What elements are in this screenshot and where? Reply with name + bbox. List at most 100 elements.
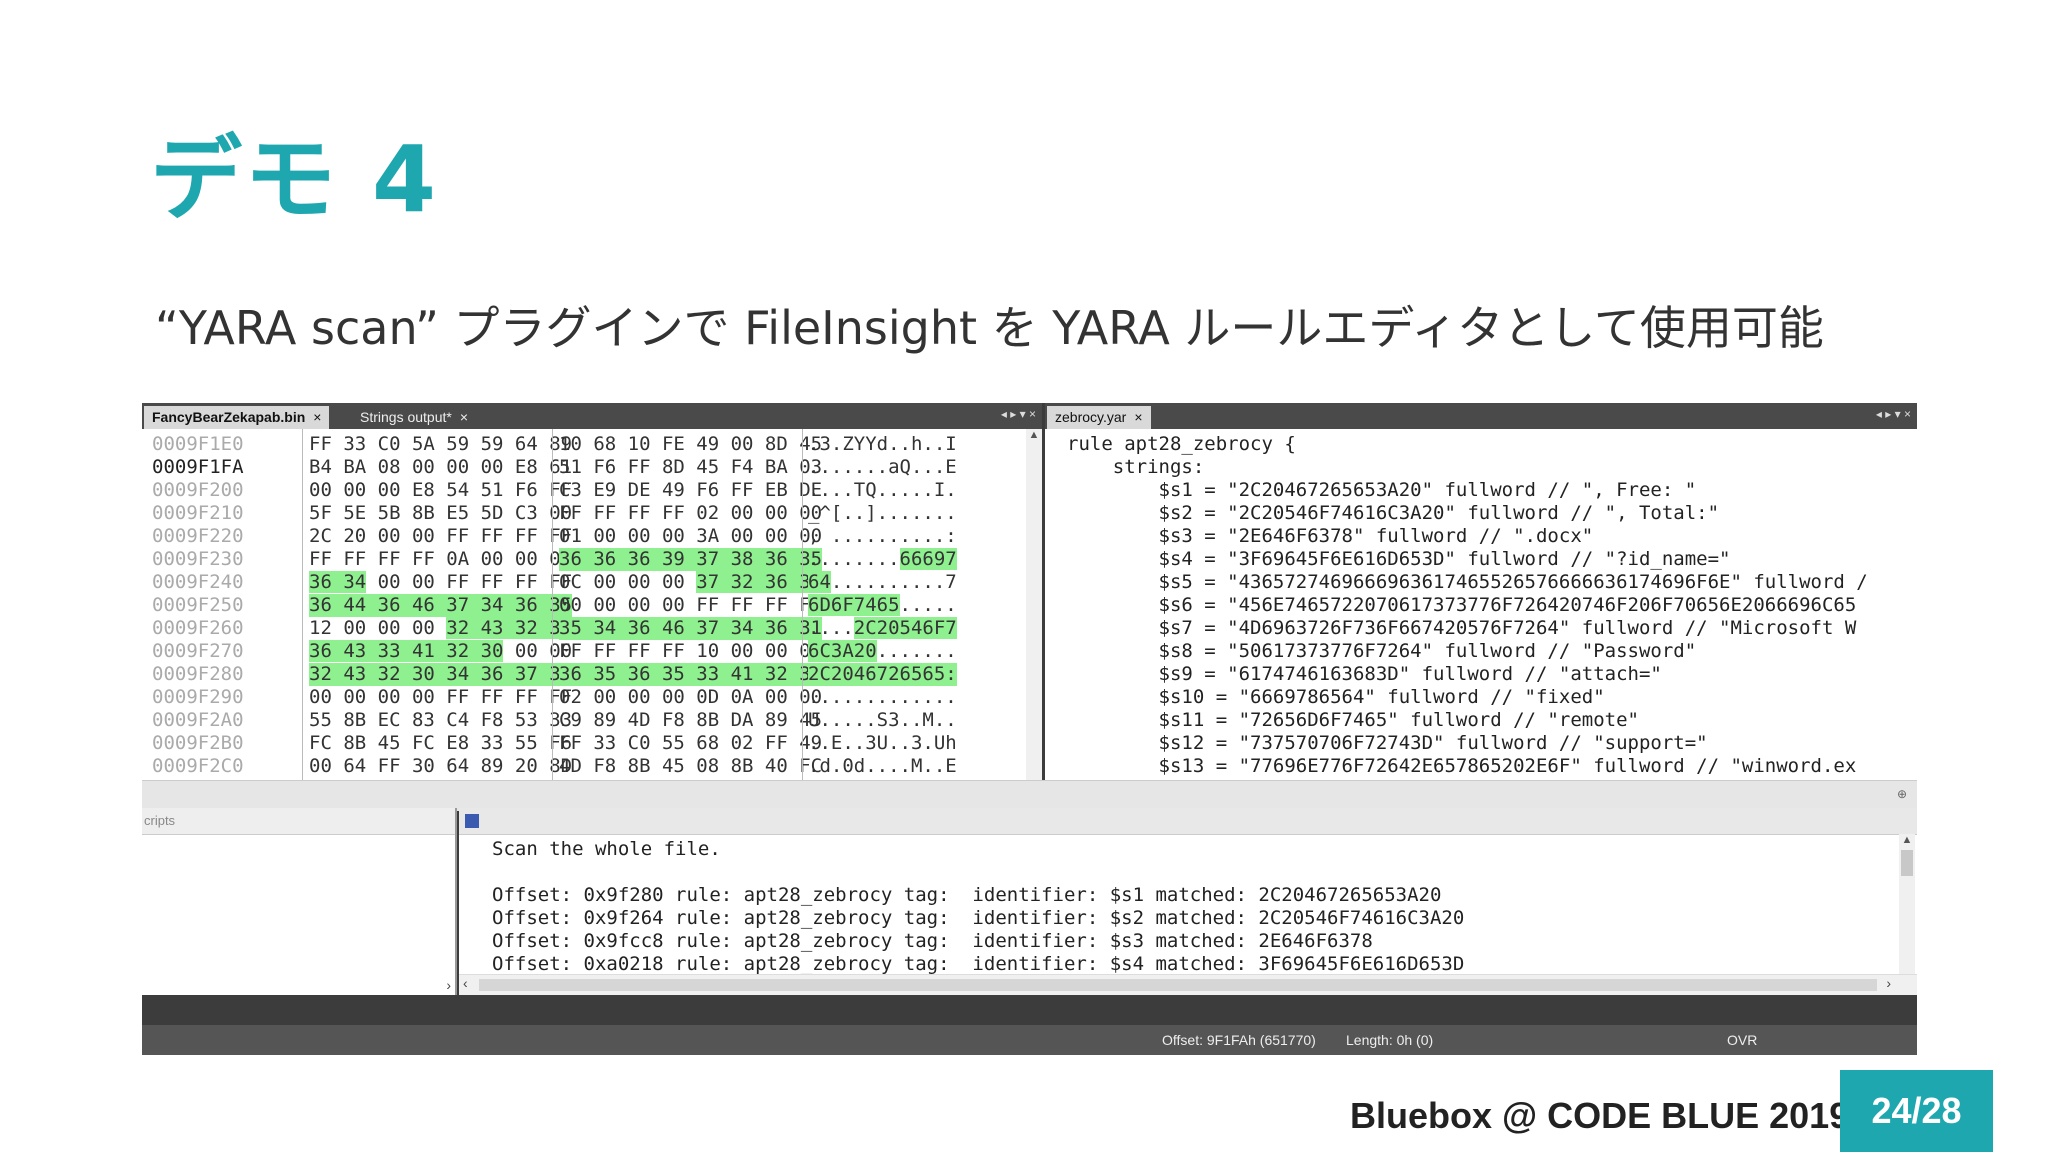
hex-offset: 0009F1E0: [152, 433, 244, 455]
hex-ascii: 6D6F7465.....: [808, 594, 957, 616]
close-icon[interactable]: ×: [1134, 409, 1142, 425]
hex-row[interactable]: 0009F250 36 44 36 46 37 34 36 35 00 00 00 …: [142, 594, 1022, 617]
hex-offset: 0009F220: [152, 525, 244, 547]
hex-row[interactable]: 0009F220 2C 20 00 00 FF FF FF FF 01 00 00 …: [142, 525, 1022, 548]
footer-credit: Bluebox @ CODE BLUE 2019: [1350, 1095, 1850, 1136]
hex-ascii: ....TQ.....I.: [808, 479, 957, 501]
hex-bytes-1: FC 8B 45 FC E8 33 55 F6: [309, 732, 573, 754]
yara-line[interactable]: $s1 = "2C20467265653A20" fullword // ", …: [1067, 479, 1697, 501]
hex-row[interactable]: 0009F200 00 00 00 E8 54 51 F6 FF C3 E9 DE …: [142, 479, 1022, 502]
scan-result-line: Offset: 0x9fcc8 rule: apt28_zebrocy tag:…: [492, 930, 1373, 952]
hex-row[interactable]: 0009F2B0 FC 8B 45 FC E8 33 55 F6 FF 33 C0 …: [142, 732, 1022, 755]
yara-line[interactable]: strings:: [1067, 456, 1205, 478]
hex-row[interactable]: 0009F1FA B4 BA 08 00 00 00 E8 61 51 F6 FF …: [142, 456, 1022, 479]
hex-row[interactable]: 0009F260 12 00 00 00 32 43 32 30 35 34 36 …: [142, 617, 1022, 640]
hex-bytes-1: FF FF FF FF 0A 00 00 00: [309, 548, 573, 570]
hex-ascii: ....2C20546F7: [808, 617, 957, 639]
hex-ascii: .......aQ...E: [808, 456, 957, 478]
yara-tab-bar: zebrocy.yar × ◂ ▸ ▾ ×: [1045, 403, 1917, 429]
hex-bytes-2: FF FF FF FF 10 00 00 00: [559, 640, 823, 662]
hex-offset: 0009F240: [152, 571, 244, 593]
status-offset: Offset: 9F1FAh (651770): [1162, 1032, 1316, 1048]
status-length: Length: 0h (0): [1346, 1032, 1434, 1048]
fileinsight-window: FancyBearZekapab.bin × Strings output* × ◂…: [142, 403, 1917, 1055]
scripts-panel: cripts ›: [142, 808, 457, 995]
yara-line[interactable]: rule apt28_zebrocy {: [1067, 433, 1296, 455]
hex-ascii: , ..........:: [808, 525, 957, 547]
yara-editor-pane[interactable]: zebrocy.yar × ◂ ▸ ▾ × rule apt28_zebrocy …: [1045, 403, 1917, 780]
splitter-bar[interactable]: ⊕: [142, 780, 1917, 811]
hex-row[interactable]: 0009F240 36 34 00 00 FF FF FF FF 0C 00 00 …: [142, 571, 1022, 594]
hex-row[interactable]: 0009F230 FF FF FF FF 0A 00 00 00 36 36 36 …: [142, 548, 1022, 571]
output-panel: Scan the whole file. Offset: 0x9f280 rul…: [459, 808, 1917, 995]
tab-zebrocy-yar[interactable]: zebrocy.yar ×: [1047, 406, 1151, 429]
slide-subtitle: “YARA scan” プラグインで FileInsight を YARA ルー…: [155, 301, 1824, 355]
tab-controls-icon[interactable]: ◂ ▸ ▾ ×: [1876, 407, 1911, 421]
scan-result-line: Offset: 0x9f264 rule: apt28_zebrocy tag:…: [492, 907, 1465, 929]
tab-label: FancyBearZekapab.bin: [152, 409, 306, 425]
horizontal-scrollbar[interactable]: ‹ ›: [459, 974, 1917, 995]
yara-line[interactable]: $s5 = "436572746966696361746552657666663…: [1067, 571, 1868, 593]
status-mode: OVR: [1727, 1032, 1758, 1048]
hex-scrollbar[interactable]: ▲: [1026, 429, 1042, 780]
yara-line[interactable]: $s3 = "2E646F6378" fullword // ".docx": [1067, 525, 1594, 547]
hex-row[interactable]: 0009F290 00 00 00 00 FF FF FF FF 02 00 00 …: [142, 686, 1022, 709]
hex-bytes-2: 35 34 36 46 37 34 36 31: [559, 617, 823, 640]
scripts-panel-header: cripts: [142, 808, 455, 835]
divider: [302, 429, 303, 780]
yara-line[interactable]: $s2 = "2C20546F74616C3A20" fullword // "…: [1067, 502, 1720, 524]
hex-row[interactable]: 0009F270 36 43 33 41 32 30 00 00 FF FF FF …: [142, 640, 1022, 663]
hex-bytes-1: 36 44 36 46 37 34 36 35: [309, 594, 573, 617]
hex-row[interactable]: 0009F2A0 55 8B EC 83 C4 F8 53 33 C9 89 4D …: [142, 709, 1022, 732]
hex-bytes-2: C9 89 4D F8 8B DA 89 45: [559, 709, 823, 731]
close-icon[interactable]: ×: [460, 409, 468, 425]
pin-icon[interactable]: ⊕: [1897, 787, 1907, 801]
hex-offset: 0009F200: [152, 479, 244, 501]
hex-bytes-2: 01 00 00 00 3A 00 00 00: [559, 525, 823, 547]
hex-row[interactable]: 0009F210 5F 5E 5B 8B E5 5D C3 00 FF FF FF …: [142, 502, 1022, 525]
hex-bytes-1: 36 43 33 41 32 30 00 00: [309, 640, 573, 662]
hex-row[interactable]: 0009F2C0 00 64 FF 30 64 89 20 8D 4D F8 8B …: [142, 755, 1022, 778]
yara-line[interactable]: $s7 = "4D6963726F736F667420576F7264" ful…: [1067, 617, 1857, 639]
divider: [802, 429, 803, 780]
yara-line[interactable]: $s10 = "6669786564" fullword // "fixed": [1067, 686, 1605, 708]
hex-offset: 0009F2C0: [152, 755, 244, 777]
hex-bytes-1: 55 8B EC 83 C4 F8 53 33: [309, 709, 573, 731]
yara-line[interactable]: $s8 = "50617373776F7264" fullword // "Pa…: [1067, 640, 1697, 662]
scroll-left-icon[interactable]: ‹: [463, 975, 468, 991]
close-icon[interactable]: ×: [313, 409, 321, 425]
tab-strings-output[interactable]: Strings output* ×: [352, 406, 476, 429]
yara-line[interactable]: $s6 = "456E7465722070617373776F726420746…: [1067, 594, 1857, 616]
hex-ascii: 2C2046726565:: [808, 663, 957, 686]
scroll-up-icon[interactable]: ▲: [1899, 834, 1915, 846]
hex-row[interactable]: 0009F280 32 43 32 30 34 36 37 32 36 35 36 …: [142, 663, 1022, 686]
yara-line[interactable]: $s11 = "72656D6F7465" fullword // "remot…: [1067, 709, 1639, 731]
tab-controls-icon[interactable]: ◂ ▸ ▾ ×: [1001, 407, 1036, 421]
hex-bytes-1: B4 BA 08 00 00 00 E8 61: [309, 456, 573, 478]
yara-line[interactable]: $s12 = "737570706F72743D" fullword // "s…: [1067, 732, 1708, 754]
slide-title: デモ 4: [150, 126, 439, 233]
yara-line[interactable]: $s9 = "6174746163683D" fullword // "atta…: [1067, 663, 1662, 685]
hex-row[interactable]: 0009F1E0 FF 33 C0 5A 59 59 64 89 10 68 10 …: [142, 433, 1022, 456]
hex-bytes-2: FF FF FF FF 02 00 00 00: [559, 502, 823, 524]
hex-editor-pane[interactable]: FancyBearZekapab.bin × Strings output* × ◂…: [142, 403, 1042, 780]
hex-bytes-2: 36 36 36 39 37 38 36 35: [559, 548, 823, 571]
scroll-right-icon[interactable]: ›: [1886, 975, 1891, 991]
scroll-right-icon[interactable]: ›: [446, 977, 451, 993]
scroll-up-icon[interactable]: ▲: [1026, 429, 1042, 441]
hex-bytes-2: 36 35 36 35 33 41 32 30: [559, 663, 823, 686]
hex-tab-bar: FancyBearZekapab.bin × Strings output* × ◂…: [142, 403, 1042, 429]
scan-result-line: Offset: 0x9f280 rule: apt28_zebrocy tag:…: [492, 884, 1442, 906]
output-scrollbar[interactable]: ▲: [1899, 834, 1915, 974]
save-icon[interactable]: [465, 814, 479, 828]
yara-line[interactable]: $s4 = "3F69645F6E616D653D" fullword // "…: [1067, 548, 1731, 570]
divider: [552, 429, 553, 780]
scroll-thumb[interactable]: [1901, 850, 1913, 876]
hex-ascii: ........66697: [808, 548, 957, 570]
hex-ascii: .3.ZYYd..h..I: [808, 433, 957, 455]
hex-bytes-1: 32 43 32 30 34 36 37 32: [309, 663, 573, 686]
yara-line[interactable]: $s13 = "77696E776F72642E657865202E6F" fu…: [1067, 755, 1857, 777]
tab-fancybear-bin[interactable]: FancyBearZekapab.bin ×: [144, 406, 330, 429]
scroll-thumb[interactable]: [479, 979, 1877, 991]
hex-offset: 0009F210: [152, 502, 244, 524]
